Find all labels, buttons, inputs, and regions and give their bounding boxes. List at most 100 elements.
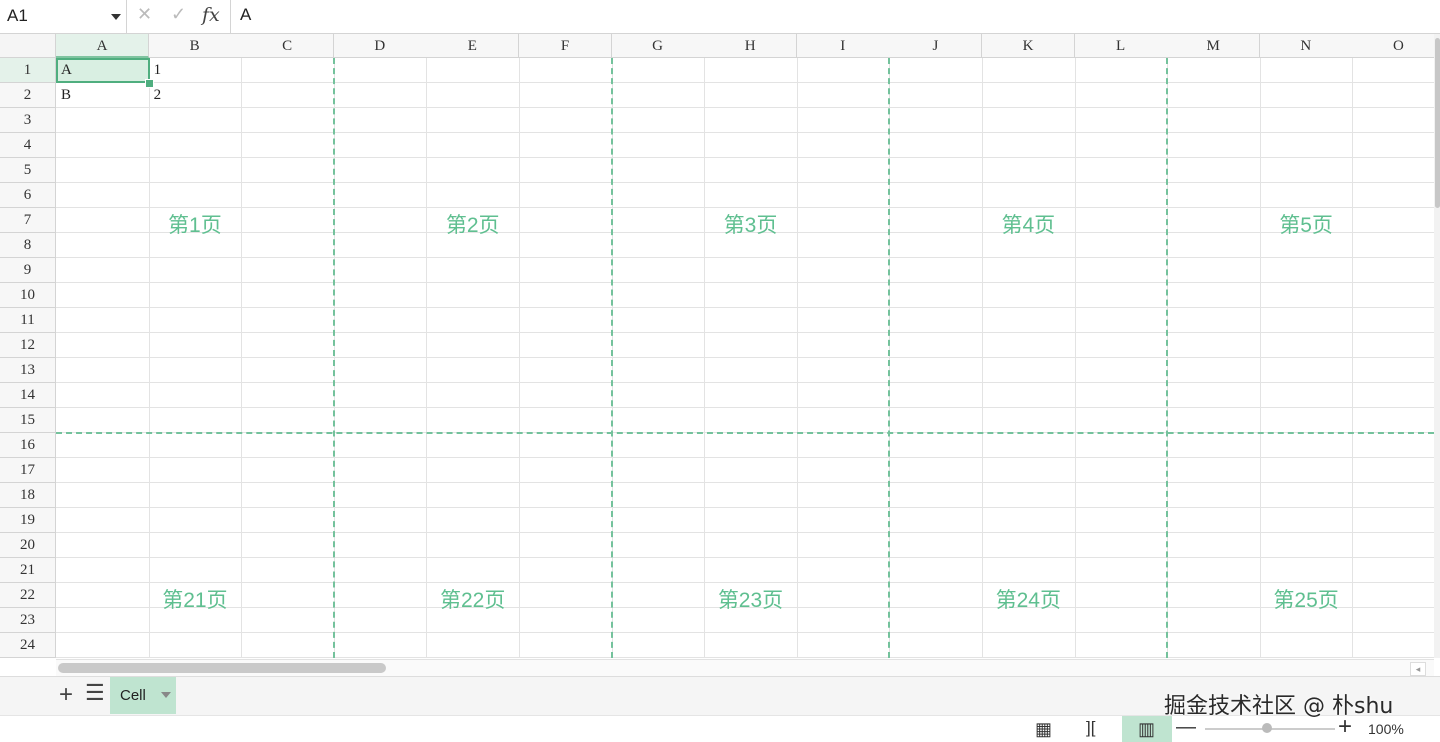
column-header-l[interactable]: L <box>1074 34 1168 58</box>
column-header-d[interactable]: D <box>333 34 427 58</box>
horizontal-scrollbar[interactable]: ◂ <box>56 659 1434 676</box>
page-label: 第4页 <box>1001 214 1056 237</box>
normal-view-icon[interactable]: ▦ <box>1035 719 1052 740</box>
formula-divider <box>230 0 231 33</box>
row-gridline <box>56 182 1434 183</box>
page-label: 第3页 <box>723 214 778 237</box>
row-header-17[interactable]: 17 <box>0 458 56 483</box>
column-header-e[interactable]: E <box>426 34 520 58</box>
row-header-22[interactable]: 22 <box>0 583 56 608</box>
row-header-1[interactable]: 1 <box>0 58 56 83</box>
row-header-6[interactable]: 6 <box>0 183 56 208</box>
scroll-left-icon[interactable]: ◂ <box>1410 662 1426 676</box>
column-gridline <box>241 58 243 658</box>
zoom-level: 100% <box>1368 721 1404 737</box>
page-label: 第1页 <box>168 214 222 237</box>
row-gridline <box>56 507 1434 508</box>
row-header-14[interactable]: 14 <box>0 383 56 408</box>
name-box[interactable]: A1 <box>0 0 127 33</box>
page-break-horizontal[interactable] <box>56 432 1434 434</box>
row-gridline <box>56 582 1434 583</box>
row-header-18[interactable]: 18 <box>0 483 56 508</box>
row-header-19[interactable]: 19 <box>0 508 56 533</box>
row-gridline <box>56 532 1434 533</box>
row-header-5[interactable]: 5 <box>0 158 56 183</box>
row-gridline <box>56 457 1434 458</box>
column-header-g[interactable]: G <box>611 34 705 58</box>
column-gridline <box>519 58 520 658</box>
column-header-n[interactable]: N <box>1259 34 1353 58</box>
row-header-4[interactable]: 4 <box>0 133 56 158</box>
page-label: 第2页 <box>445 214 500 237</box>
row-gridline <box>56 157 1434 158</box>
select-all-corner[interactable] <box>0 34 56 58</box>
column-header-a[interactable]: A <box>56 34 149 58</box>
vertical-scrollbar[interactable] <box>1434 34 1440 658</box>
row-header-12[interactable]: 12 <box>0 333 56 358</box>
name-box-value: A1 <box>7 6 28 25</box>
column-header-f[interactable]: F <box>519 34 612 58</box>
column-header-j[interactable]: J <box>889 34 983 58</box>
cell-b1[interactable]: 1 <box>149 58 242 83</box>
column-header-c[interactable]: C <box>241 34 335 58</box>
chevron-down-icon[interactable] <box>161 692 171 698</box>
row-gridline <box>56 282 1434 283</box>
row-header-8[interactable]: 8 <box>0 233 56 258</box>
row-gridline <box>56 132 1434 133</box>
cancel-icon[interactable]: ✕ <box>137 4 152 25</box>
page-break-vertical[interactable] <box>1166 58 1169 658</box>
page-layout-view-icon[interactable]: ][ <box>1086 718 1095 738</box>
column-gridline <box>426 58 428 658</box>
cell-b2[interactable]: 2 <box>149 83 242 108</box>
page-label: 第22页 <box>440 589 506 612</box>
page-label: 第25页 <box>1273 589 1339 612</box>
column-header-o[interactable]: O <box>1352 34 1434 58</box>
page-break-vertical[interactable] <box>888 58 891 658</box>
confirm-icon[interactable]: ✓ <box>171 4 186 25</box>
row-header-11[interactable]: 11 <box>0 308 56 333</box>
add-sheet-icon[interactable]: + <box>59 681 73 709</box>
chevron-down-icon[interactable] <box>111 14 121 20</box>
row-header-2[interactable]: 2 <box>0 83 56 108</box>
cell-a1[interactable]: A <box>56 58 149 83</box>
sheet-list-icon[interactable]: ☰ <box>85 680 105 706</box>
row-header-13[interactable]: 13 <box>0 358 56 383</box>
column-header-i[interactable]: I <box>796 34 890 58</box>
row-header-7[interactable]: 7 <box>0 208 56 233</box>
column-gridline <box>1352 58 1354 658</box>
row-header-10[interactable]: 10 <box>0 283 56 308</box>
spreadsheet-grid[interactable]: A B C D E F G H I J K L M N O 1 2 3 4 5 6 7 8 9 10 11 12 13 14 15 16 17… <box>0 34 1434 658</box>
fill-handle[interactable] <box>145 79 154 88</box>
page-break-vertical[interactable] <box>610 58 613 658</box>
formula-input[interactable]: A <box>240 5 251 25</box>
column-gridline <box>1259 58 1261 658</box>
page-break-view-icon: ▥ <box>1138 719 1156 739</box>
row-gridline <box>56 257 1434 258</box>
cell-a2[interactable]: B <box>56 83 149 108</box>
page-break-vertical[interactable] <box>332 58 335 658</box>
row-header-15[interactable]: 15 <box>0 408 56 433</box>
zoom-slider-handle[interactable] <box>1262 723 1272 733</box>
horizontal-scroll-thumb[interactable] <box>58 663 386 673</box>
column-header-b[interactable]: B <box>148 34 242 58</box>
row-header-16[interactable]: 16 <box>0 433 56 458</box>
row-header-20[interactable]: 20 <box>0 533 56 558</box>
row-gridline <box>56 207 1434 208</box>
column-header-m[interactable]: M <box>1167 34 1261 58</box>
column-gridline <box>704 58 706 658</box>
column-header-h[interactable]: H <box>704 34 798 58</box>
page-label: 第24页 <box>995 589 1061 612</box>
row-gridline <box>56 332 1434 333</box>
column-gridline <box>148 58 150 658</box>
row-header-23[interactable]: 23 <box>0 608 56 633</box>
column-header-k[interactable]: K <box>982 34 1075 58</box>
column-gridline <box>1074 58 1076 658</box>
row-header-21[interactable]: 21 <box>0 558 56 583</box>
row-header-3[interactable]: 3 <box>0 108 56 133</box>
vertical-scroll-thumb[interactable] <box>1435 38 1440 208</box>
column-gridline <box>982 58 983 658</box>
row-header-24[interactable]: 24 <box>0 633 56 658</box>
row-header-9[interactable]: 9 <box>0 258 56 283</box>
function-icon[interactable]: fx <box>202 4 220 26</box>
sheet-tab-cell[interactable]: Cell <box>110 677 176 714</box>
